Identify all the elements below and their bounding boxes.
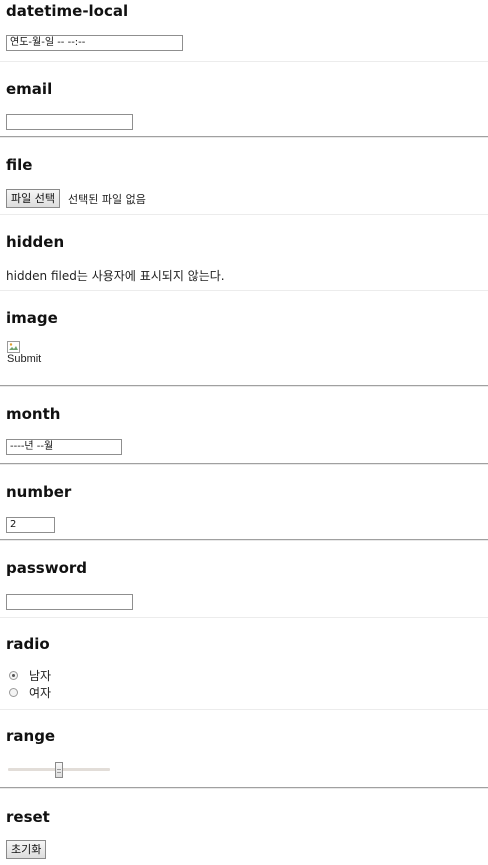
- heading-hidden: hidden: [6, 233, 65, 251]
- broken-image-icon[interactable]: [7, 341, 20, 353]
- divider: [0, 617, 488, 618]
- reset-button[interactable]: 초기화: [6, 840, 47, 859]
- range-slider-thumb[interactable]: [55, 762, 63, 778]
- month-input[interactable]: ----년 --월: [6, 439, 122, 455]
- heading-radio: radio: [6, 635, 50, 653]
- heading-file: file: [6, 156, 33, 174]
- heading-datetime-local: datetime-local: [6, 2, 129, 20]
- radio-option-label: 남자: [29, 669, 52, 683]
- divider: [0, 290, 488, 291]
- heading-email: email: [6, 80, 53, 98]
- radio-button[interactable]: [9, 688, 18, 697]
- radio-button-checked[interactable]: [9, 671, 18, 680]
- divider: [0, 385, 488, 387]
- divider: [0, 709, 488, 710]
- image-submit-alt[interactable]: Submit: [7, 353, 41, 365]
- heading-password: password: [6, 559, 88, 577]
- divider: [0, 61, 488, 62]
- divider: [0, 463, 488, 465]
- hidden-note: hidden filed는 사용자에 표시되지 않는다.: [6, 269, 225, 283]
- divider: [0, 539, 488, 541]
- heading-image: image: [6, 309, 58, 327]
- heading-reset: reset: [6, 808, 50, 826]
- divider: [0, 787, 488, 789]
- form-page: datetime-local 연도-월-일 -- --:-- email fil…: [0, 0, 488, 865]
- heading-month: month: [6, 405, 61, 423]
- file-status-text: 선택된 파일 없음: [68, 193, 146, 206]
- divider: [0, 136, 488, 138]
- number-input[interactable]: 2: [6, 517, 55, 533]
- datetime-local-input[interactable]: 연도-월-일 -- --:--: [6, 35, 183, 51]
- file-choose-button[interactable]: 파일 선택: [6, 189, 60, 208]
- radio-option-label: 여자: [29, 686, 52, 700]
- password-input[interactable]: [6, 594, 133, 610]
- heading-range: range: [6, 727, 56, 745]
- divider: [0, 214, 488, 215]
- heading-number: number: [6, 483, 72, 501]
- email-input[interactable]: [6, 114, 133, 130]
